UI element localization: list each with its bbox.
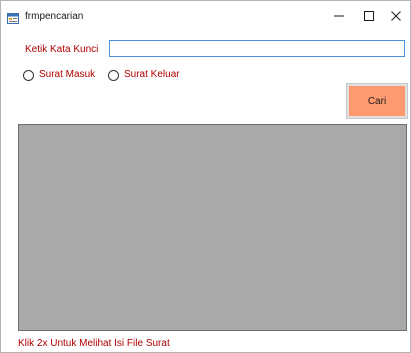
close-button[interactable] — [381, 1, 410, 33]
keyword-label: Ketik Kata Kunci — [25, 44, 99, 55]
minimize-icon — [334, 8, 344, 26]
radio-button-icon[interactable] — [23, 69, 34, 81]
maximize-button[interactable] — [354, 1, 384, 33]
close-icon — [391, 8, 401, 26]
form-body: Ketik Kata Kunci Surat Masuk Surat Kelua… — [1, 33, 410, 352]
window-title: frmpencarian — [25, 11, 84, 22]
footer-hint: Klik 2x Untuk Melihat Isi File Surat — [18, 338, 170, 349]
title-bar[interactable]: frmpencarian — [1, 1, 410, 33]
radio-label-surat-keluar[interactable]: Surat Keluar — [124, 68, 180, 82]
search-button[interactable]: Cari — [346, 83, 408, 119]
maximize-icon — [364, 8, 374, 26]
radio-button-icon[interactable] — [108, 69, 119, 81]
radio-label-surat-masuk[interactable]: Surat Masuk — [39, 68, 95, 82]
radio-surat-masuk[interactable]: Surat Masuk — [23, 68, 95, 82]
keyword-input[interactable] — [109, 40, 405, 57]
results-grid[interactable] — [18, 124, 407, 331]
radio-surat-keluar[interactable]: Surat Keluar — [108, 68, 180, 82]
minimize-button[interactable] — [324, 1, 354, 33]
form-app-icon — [7, 11, 19, 24]
app-window: frmpencarian Ketik Kata Kunci Surat Masu… — [0, 0, 411, 353]
